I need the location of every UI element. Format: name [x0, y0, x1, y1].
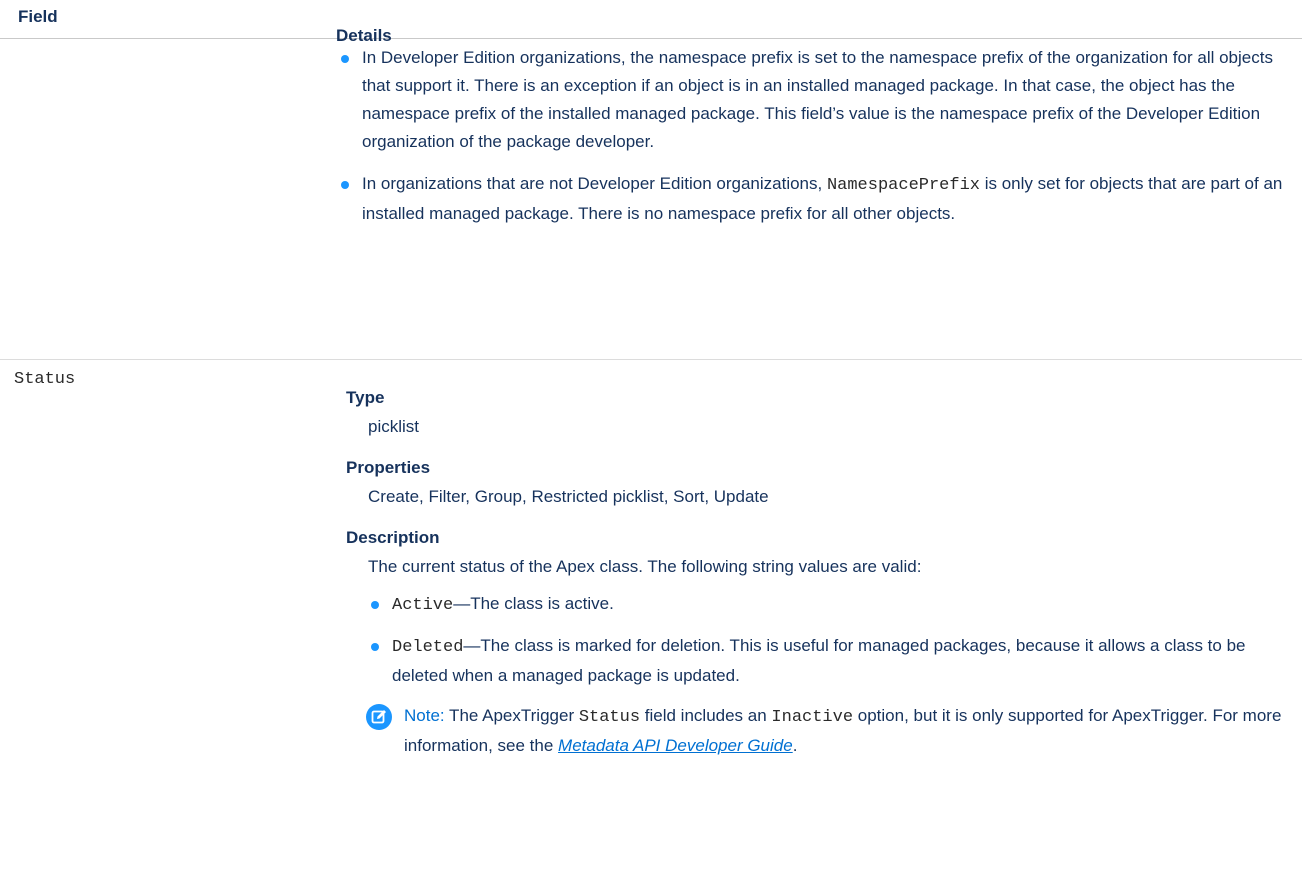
metadata-api-guide-link[interactable]: Metadata API Developer Guide	[558, 736, 793, 755]
note-text: field includes an	[640, 706, 772, 725]
description-label: Description	[346, 528, 440, 547]
table-row: Status Type picklist Properties Create, …	[0, 360, 1302, 884]
status-value-text: —The class is marked for deletion. This …	[392, 636, 1246, 685]
list-item: Active—The class is active.	[368, 590, 1296, 620]
field-column-header: Field	[18, 7, 58, 26]
field-name: Status	[14, 370, 76, 389]
bullet-icon	[371, 601, 379, 609]
properties-value: Create, Filter, Group, Restricted pickli…	[368, 487, 769, 506]
field-details: Type picklist Properties Create, Filter,…	[346, 386, 1296, 760]
description-text: The current status of the Apex class. Th…	[368, 557, 922, 576]
note-callout: Note: The ApexTrigger Status field inclu…	[366, 702, 1296, 760]
table-header: Field Details	[0, 0, 1302, 45]
note-text: The ApexTrigger	[444, 706, 579, 725]
table-row: In Developer Edition organizations, the …	[0, 38, 1302, 360]
list-item: In Developer Edition organizations, the …	[338, 44, 1298, 156]
bullet-icon	[341, 181, 349, 189]
list-item-text: In Developer Edition organizations, the …	[362, 48, 1273, 151]
bullet-icon	[371, 643, 379, 651]
list-item: In organizations that are not Developer …	[338, 170, 1298, 228]
code-inactive: Inactive	[771, 708, 854, 727]
bullet-icon	[341, 55, 349, 63]
type-value: picklist	[368, 417, 420, 436]
list-item: Deleted—The class is marked for deletion…	[368, 632, 1296, 690]
status-values-list: Active—The class is active. Deleted—The …	[368, 590, 1296, 690]
note-text: .	[792, 736, 798, 755]
status-value-code: Active	[392, 596, 454, 615]
namespace-rules-list: In Developer Edition organizations, the …	[338, 44, 1298, 242]
status-value-code: Deleted	[392, 638, 464, 657]
type-label: Type	[346, 388, 385, 407]
code-namespaceprefix: NamespacePrefix	[826, 176, 980, 195]
status-value-text: —The class is active.	[453, 594, 614, 613]
code-status: Status	[578, 708, 641, 727]
list-item-text: In organizations that are not Developer …	[362, 174, 827, 193]
edit-note-icon	[366, 704, 392, 730]
note-label: Note:	[404, 706, 445, 725]
properties-label: Properties	[346, 458, 431, 477]
